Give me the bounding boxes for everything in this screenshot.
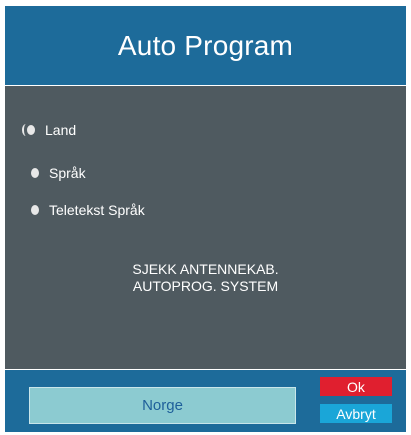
status-message-line1: SJEKK ANTENNEKAB. <box>132 261 279 277</box>
country-selector[interactable]: Norge <box>29 387 296 424</box>
option-language[interactable]: Språk <box>25 165 86 181</box>
footer-bar: Norge Ok Avbryt <box>5 370 406 432</box>
cancel-button[interactable]: Avbryt <box>320 404 392 423</box>
option-label: Land <box>45 122 77 138</box>
option-teletext-language[interactable]: Teletekst Språk <box>25 202 145 218</box>
dialog-title: Auto Program <box>117 29 294 61</box>
radio-icon <box>31 205 39 215</box>
option-land[interactable]: Land <box>22 122 77 138</box>
radio-icon <box>31 168 39 178</box>
option-label: Språk <box>49 165 86 181</box>
status-message-line2: AUTOPROG. SYSTEM <box>132 278 279 294</box>
title-bar: Auto Program <box>5 6 406 85</box>
ok-button[interactable]: Ok <box>320 377 392 396</box>
main-panel: Land Språk Teletekst Språk SJEKK ANTENNE… <box>5 86 406 369</box>
selected-radio-icon <box>22 124 35 136</box>
option-label: Teletekst Språk <box>49 202 145 218</box>
